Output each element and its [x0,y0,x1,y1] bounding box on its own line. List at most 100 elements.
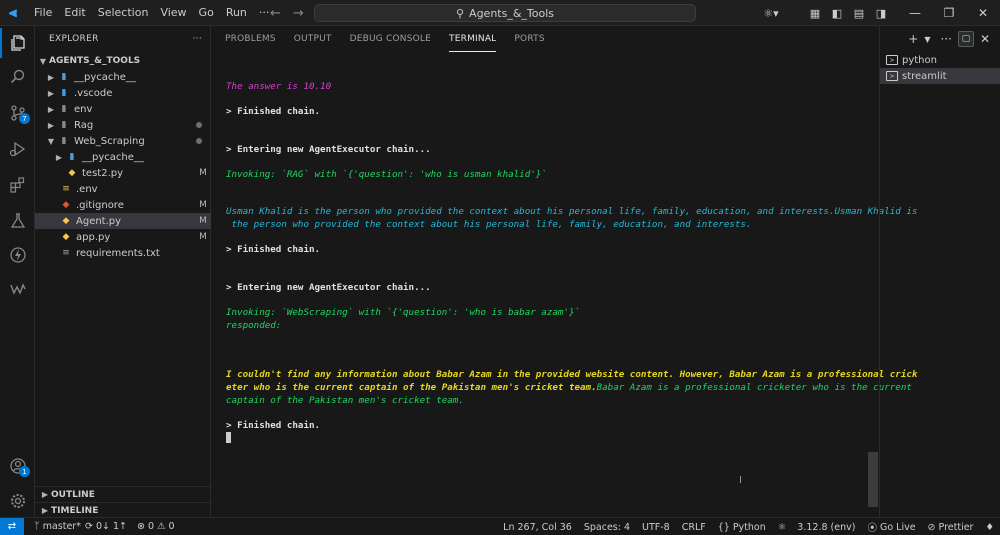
command-center-label: Agents_&_Tools [469,6,555,20]
tab-output[interactable]: OUTPUT [294,26,332,52]
testing-flask-icon[interactable] [0,206,35,236]
toggle-secondary-sidebar-icon[interactable]: ◨ [872,4,890,22]
tree-item-vscode[interactable]: ▶ ▮ .vscode [35,85,211,101]
tab-ports[interactable]: PORTS [514,26,544,52]
menu-selection[interactable]: Selection [92,0,155,26]
git-sync[interactable]: ⟳ 0↓ 1↑ [85,521,127,532]
tree-item-requirements[interactable]: ≡ requirements.txt [35,245,211,261]
modified-dot-icon [196,122,202,128]
search-icon[interactable] [0,62,35,92]
problems-indicator[interactable]: ⊗ 0 ⚠ 0 [137,521,175,532]
tree-item-env[interactable]: ▶ ▮ env [35,101,211,117]
menu-file[interactable]: File [28,0,58,26]
folder-icon: ▮ [61,72,67,82]
copilot-icon[interactable]: ⚛▾ [762,4,780,22]
chevron-right-icon: ▶ [41,490,49,499]
indentation[interactable]: Spaces: 4 [584,522,630,533]
language-mode[interactable]: {} Python [718,522,766,533]
vscode-logo-icon: ⫷ [9,4,17,21]
lightning-icon[interactable] [0,240,35,270]
search-icon: ⚲ [455,6,465,20]
chevron-right-icon: ▶ [55,152,63,162]
end-of-line[interactable]: CRLF [682,522,706,533]
warning-count: 0 [168,521,175,532]
tree-item-label: Agent.py [76,215,122,227]
tab-terminal[interactable]: TERMINAL [449,26,497,52]
menu-go[interactable]: Go [193,0,220,26]
extensions-icon[interactable] [0,170,35,200]
terminal-line: Usman Khalid is the person who provided … [226,206,918,217]
command-center-search[interactable]: ⚲ Agents_&_Tools [314,4,696,22]
tab-debug-console[interactable]: DEBUG CONSOLE [350,26,431,52]
encoding[interactable]: UTF-8 [642,522,670,533]
outline-section[interactable]: ▶ OUTLINE [35,486,211,502]
tree-item-rag[interactable]: ▶ ▮ Rag [35,117,211,133]
chevron-right-icon: ▶ [47,104,55,114]
tree-item-agent-py[interactable]: ◆ Agent.py M [35,213,211,229]
activity-bar: 7 1 [0,26,35,517]
explorer-icon[interactable] [0,28,35,58]
accounts-icon[interactable]: 1 [0,451,35,481]
tree-item-label: .env [76,183,98,195]
wsl-icon[interactable] [0,274,35,304]
terminal-instance-streamlit[interactable]: > streamlit [880,68,1000,84]
prettier-button[interactable]: ⊘ Prettier [928,522,974,533]
tree-item-app-py[interactable]: ◆ app.py M [35,229,211,245]
tree-item-label: .vscode [74,87,113,99]
menu-run[interactable]: Run [220,0,253,26]
customize-layout-icon[interactable]: ▦ [806,4,824,22]
source-control-icon[interactable]: 7 [0,98,35,128]
status-bar: ⇄ ᛉ master* ⟳ 0↓ 1↑ ⊗ 0 ⚠ 0 Ln 267, Col … [0,517,1000,535]
copilot-icon: ⚛ [777,521,787,533]
tree-item-gitignore[interactable]: ◆ .gitignore M [35,197,211,213]
workspace-root[interactable]: ▼ AGENTS_&_TOOLS [35,53,211,69]
folder-icon: ▮ [61,88,67,98]
terminal-segment: Babar Azam is a professional cricketer w… [596,382,912,393]
timeline-section[interactable]: ▶ TIMELINE [35,502,211,518]
broadcast-icon: ⦿ [867,523,877,534]
remote-indicator-icon[interactable]: ⇄ [0,517,24,535]
notifications-bell-icon[interactable]: ♦ [985,522,994,533]
toggle-sidebar-icon[interactable]: ◧ [828,4,846,22]
go-live-button[interactable]: ⦿ Go Live [867,520,915,535]
cursor-position[interactable]: Ln 267, Col 36 [503,522,572,533]
git-branch[interactable]: ᛉ master* [34,521,81,532]
folder-open-icon: ▮ [61,136,67,146]
terminal-line: > Finished chain. [226,244,321,255]
forward-arrow-icon[interactable]: → [293,6,304,21]
menu-edit[interactable]: Edit [58,0,91,26]
terminal-instance-label: python [902,54,937,66]
tree-item-env-file[interactable]: ≡ .env [35,181,211,197]
run-debug-icon[interactable] [0,134,35,164]
error-icon: ⊗ [136,521,145,532]
more-actions-icon[interactable]: ··· [193,34,202,44]
python-interpreter[interactable]: ⚛ 3.12.8 (env) [778,522,856,533]
git-file-icon: ◆ [62,200,70,210]
toggle-panel-icon[interactable]: ▤ [850,4,868,22]
language-label: Python [732,521,766,533]
warning-icon: ⚠ [156,521,166,532]
tree-item-web-scraping[interactable]: ▼ ▮ Web_Scraping [35,133,211,149]
folder-icon: ▮ [69,152,75,162]
menu-view[interactable]: View [154,0,192,26]
tree-item-pycache[interactable]: ▶ ▮ __pycache__ [35,69,211,85]
minimize-icon[interactable]: — [898,0,932,26]
tree-item-label: test2.py [82,167,124,179]
restore-icon[interactable]: ❐ [932,0,966,26]
terminal-instances-list: > python > streamlit [879,26,1000,517]
terminal-line: Invoking: `WebScraping` with `{'question… [226,307,581,318]
back-arrow-icon[interactable]: ← [270,6,281,21]
close-icon[interactable]: ✕ [966,0,1000,26]
terminal-scrollbar-thumb[interactable] [868,452,878,507]
manage-gear-icon[interactable] [0,486,35,516]
terminal-icon: > [886,55,898,65]
tree-item-label: .gitignore [76,199,124,211]
terminal-instance-python[interactable]: > python [880,52,1000,68]
tree-item-pycache-nested[interactable]: ▶ ▮ __pycache__ [35,149,211,165]
python-file-icon: ◆ [62,232,70,242]
tree-item-test2-py[interactable]: ◆ test2.py M [35,165,211,181]
tab-problems[interactable]: PROBLEMS [225,26,276,52]
python-file-icon: ◆ [62,216,70,226]
terminal-line: The answer is 10.10 [226,81,332,92]
source-control-badge: 7 [19,113,30,124]
